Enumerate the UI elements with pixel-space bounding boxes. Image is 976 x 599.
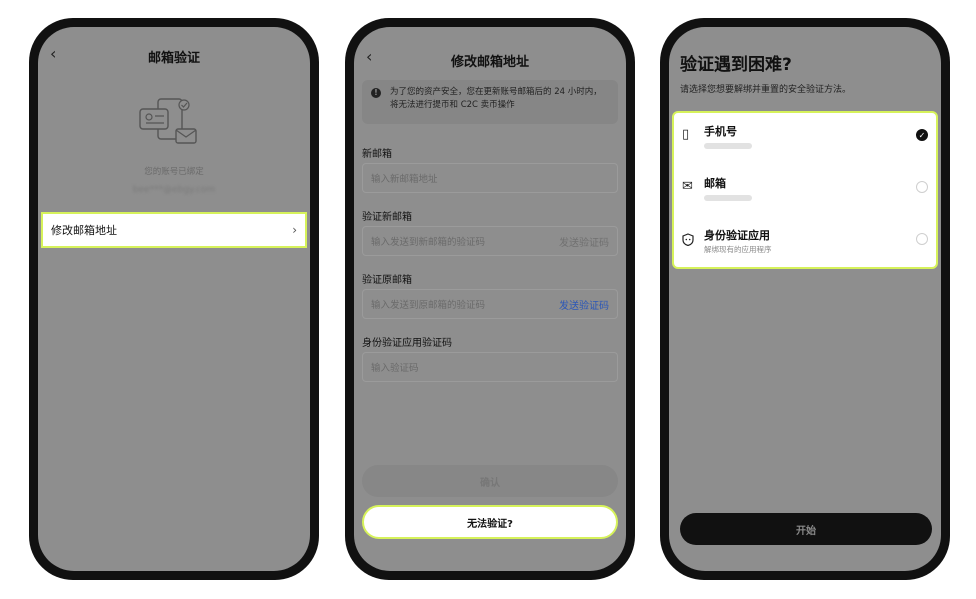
authenticator-code-input[interactable]: 输入验证码 (362, 352, 618, 382)
send-code-old-button[interactable]: 发送验证码 (559, 297, 609, 312)
option-phone-label: 手机号 (704, 125, 737, 138)
option-authenticator-radio[interactable] (916, 233, 928, 245)
verify-new-email-input[interactable]: 输入发送到新邮箱的验证码 发送验证码 (362, 226, 618, 256)
bound-email: bee***@ebgy.com (132, 185, 216, 195)
field-label-verify-new: 验证新邮箱 (362, 212, 412, 223)
field-label-new-email: 新邮箱 (362, 149, 392, 160)
screen-email-verification: ‹ 邮箱验证 您的账号已绑定 bee***@ebgy.com 修改邮箱地址 › (38, 27, 310, 571)
new-email-input[interactable]: 输入新邮箱地址 (362, 163, 618, 193)
verify-new-placeholder: 输入发送到新邮箱的验证码 (371, 237, 486, 248)
option-authenticator[interactable]: 身份验证应用 解绑现有的应用程序 (674, 217, 936, 267)
confirm-button[interactable]: 确认 (362, 465, 618, 497)
chevron-right-icon: › (292, 223, 297, 237)
option-authenticator-sub: 解绑现有的应用程序 (704, 245, 772, 254)
option-phone-radio[interactable]: ✓ (916, 129, 928, 141)
option-email[interactable]: ✉ 邮箱 (674, 165, 936, 215)
bound-label: 您的账号已绑定 (144, 167, 204, 177)
phone-icon: ▯ (682, 127, 690, 142)
send-code-new-button[interactable]: 发送验证码 (559, 234, 609, 249)
field-label-verify-old: 验证原邮箱 (362, 275, 412, 286)
change-email-label: 修改邮箱地址 (51, 224, 117, 237)
field-label-authenticator: 身份验证应用验证码 (362, 338, 452, 349)
security-notice-text: 为了您的资产安全，您在更新账号邮箱后的 24 小时内，将无法进行提币和 C2C … (390, 87, 602, 110)
option-phone[interactable]: ▯ 手机号 ✓ (674, 113, 936, 163)
change-email-row[interactable]: 修改邮箱地址 › (41, 212, 307, 248)
option-email-label: 邮箱 (704, 177, 726, 190)
cant-verify-button[interactable]: 无法验证? (362, 505, 618, 539)
phone-frame-2: ‹ 修改邮箱地址 ! 为了您的资产安全，您在更新账号邮箱后的 24 小时内，将无… (345, 18, 635, 580)
phone-frame-3: 验证遇到困难? 请选择您想要解绑并重置的安全验证方法。 ▯ 手机号 ✓ ✉ 邮箱 (660, 18, 950, 580)
option-email-radio[interactable] (916, 181, 928, 193)
option-authenticator-label: 身份验证应用 (704, 229, 770, 242)
option-email-masked-value (704, 195, 752, 201)
new-email-placeholder: 输入新邮箱地址 (371, 174, 438, 185)
reset-method-list: ▯ 手机号 ✓ ✉ 邮箱 身份验证应用 解绑现有的应用程序 (672, 111, 938, 269)
mail-icon: ✉ (682, 179, 693, 194)
authenticator-placeholder: 输入验证码 (371, 363, 419, 374)
security-notice: ! 为了您的资产安全，您在更新账号邮箱后的 24 小时内，将无法进行提币和 C2… (362, 80, 618, 124)
page-title: 邮箱验证 (147, 51, 200, 66)
screen-verification-trouble: 验证遇到困难? 请选择您想要解绑并重置的安全验证方法。 ▯ 手机号 ✓ ✉ 邮箱 (669, 27, 941, 571)
page-title: 验证遇到困难? (680, 55, 792, 75)
option-phone-masked-value (704, 143, 752, 149)
verify-old-email-input[interactable]: 输入发送到原邮箱的验证码 发送验证码 (362, 289, 618, 319)
info-icon: ! (371, 88, 381, 98)
page-subtitle: 请选择您想要解绑并重置的安全验证方法。 (680, 85, 852, 95)
verify-old-placeholder: 输入发送到原邮箱的验证码 (371, 300, 486, 311)
phone-frame-1: ‹ 邮箱验证 您的账号已绑定 bee***@ebgy.com 修改邮箱地址 › (29, 18, 319, 580)
screen-change-email: ‹ 修改邮箱地址 ! 为了您的资产安全，您在更新账号邮箱后的 24 小时内，将无… (354, 27, 626, 571)
start-button[interactable]: 开始 (680, 513, 932, 545)
email-illustration-icon (139, 98, 197, 144)
shield-icon (682, 233, 694, 246)
page-title: 修改邮箱地址 (450, 55, 529, 70)
